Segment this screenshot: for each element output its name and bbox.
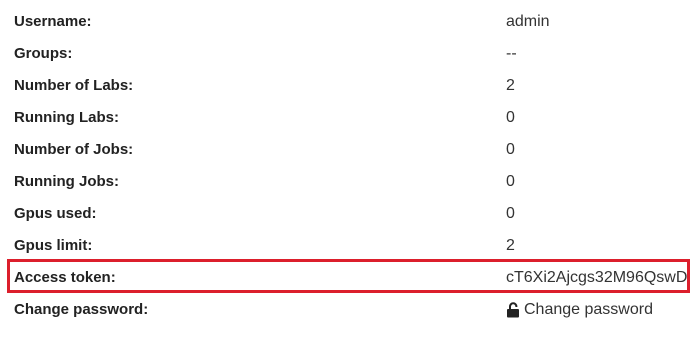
row-access-token: Access token: cT6Xi2Ajcgs32M96QswD xyxy=(0,262,700,294)
row-groups: Groups: -- xyxy=(0,38,700,70)
row-change-password: Change password: Change password xyxy=(0,294,700,326)
row-username: Username: admin xyxy=(0,6,700,38)
row-running-labs: Running Labs: 0 xyxy=(0,102,700,134)
access-token-label: Access token: xyxy=(14,269,116,286)
number-of-labs-label: Number of Labs: xyxy=(14,77,134,94)
change-password-cell: Change password xyxy=(506,301,653,323)
running-labs-label: Running Labs: xyxy=(14,109,119,126)
row-gpus-used: Gpus used: 0 xyxy=(0,198,700,230)
user-profile-table: Username: admin Groups: -- Number of Lab… xyxy=(0,6,700,326)
running-jobs-value: 0 xyxy=(506,173,515,190)
row-running-jobs: Running Jobs: 0 xyxy=(0,166,700,198)
unlock-icon xyxy=(506,302,520,318)
row-gpus-limit: Gpus limit: 2 xyxy=(0,230,700,262)
number-of-labs-value: 2 xyxy=(506,77,515,94)
change-password-link[interactable]: Change password xyxy=(506,301,653,319)
gpus-used-value: 0 xyxy=(506,205,515,222)
running-jobs-label: Running Jobs: xyxy=(14,173,119,190)
gpus-limit-value: 2 xyxy=(506,237,515,254)
number-of-jobs-label: Number of Jobs: xyxy=(14,141,134,158)
username-label: Username: xyxy=(14,13,92,30)
groups-label: Groups: xyxy=(14,45,73,62)
change-password-label: Change password: xyxy=(14,301,149,318)
row-number-of-jobs: Number of Jobs: 0 xyxy=(0,134,700,166)
gpus-used-label: Gpus used: xyxy=(14,205,97,222)
change-password-link-text: Change password xyxy=(524,301,653,318)
running-labs-value: 0 xyxy=(506,109,515,126)
number-of-jobs-value: 0 xyxy=(506,141,515,158)
access-token-value[interactable]: cT6Xi2Ajcgs32M96QswD xyxy=(506,269,687,287)
row-number-of-labs: Number of Labs: 2 xyxy=(0,70,700,102)
username-value: admin xyxy=(506,13,550,30)
gpus-limit-label: Gpus limit: xyxy=(14,237,93,254)
groups-value: -- xyxy=(506,45,517,62)
